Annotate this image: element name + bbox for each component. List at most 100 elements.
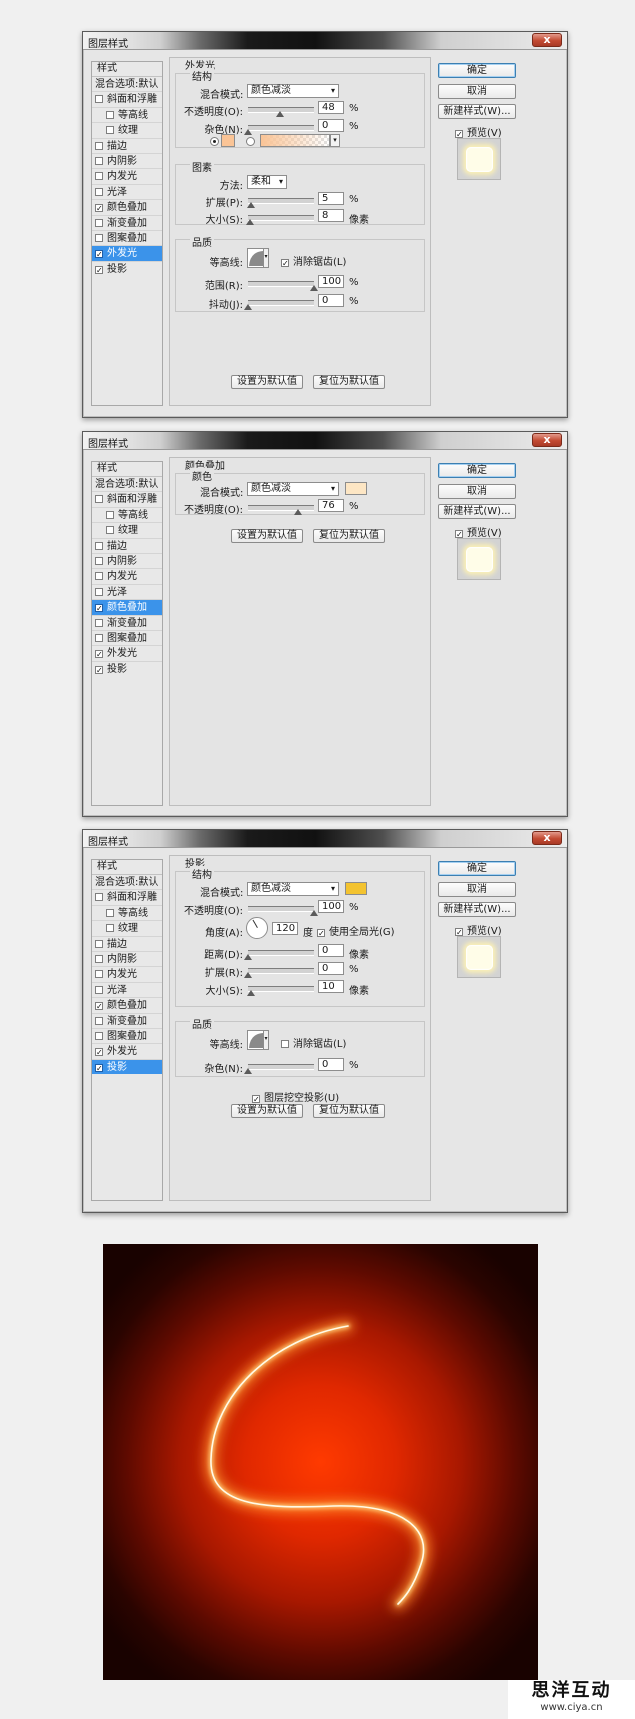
size-slider[interactable] xyxy=(247,986,314,996)
cancel-button[interactable]: 取消 xyxy=(438,484,516,499)
style-item-drop-shadow[interactable]: ✓ 投影 xyxy=(92,660,162,676)
checkbox-checked[interactable]: ✓ xyxy=(281,259,289,268)
style-item-inner-glow[interactable]: 内发光 xyxy=(92,568,162,583)
checkbox[interactable] xyxy=(95,1031,103,1040)
make-default-button[interactable]: 设置为默认值 xyxy=(231,529,303,543)
slider-thumb[interactable] xyxy=(275,111,284,117)
checkbox-checked[interactable]: ✓ xyxy=(455,530,463,539)
slider-thumb[interactable] xyxy=(247,990,256,996)
make-default-button[interactable]: 设置为默认值 xyxy=(231,375,303,389)
checkbox[interactable] xyxy=(95,187,103,196)
style-item-outer-glow[interactable]: ✓ 外发光 xyxy=(92,645,162,660)
checkbox[interactable] xyxy=(95,556,103,565)
checkbox-checked[interactable]: ✓ xyxy=(95,604,103,613)
checkbox[interactable] xyxy=(95,633,103,642)
close-button[interactable]: x xyxy=(532,433,562,447)
ok-button[interactable]: 确定 xyxy=(438,63,516,78)
checkbox[interactable] xyxy=(106,126,114,135)
checkbox-checked[interactable]: ✓ xyxy=(95,250,103,259)
checkbox-checked[interactable]: ✓ xyxy=(252,1095,260,1104)
checkbox[interactable] xyxy=(95,1016,103,1025)
checkbox[interactable] xyxy=(106,924,114,933)
slider-thumb[interactable] xyxy=(310,910,318,916)
cancel-button[interactable]: 取消 xyxy=(438,882,516,897)
checkbox-checked[interactable]: ✓ xyxy=(317,929,325,938)
checkbox-checked[interactable]: ✓ xyxy=(95,265,103,274)
style-item-inner-shadow[interactable]: 内阴影 xyxy=(92,152,162,168)
blend-mode-select[interactable]: 颜色减淡 ▾ xyxy=(247,482,339,496)
checkbox-checked[interactable]: ✓ xyxy=(95,1063,103,1072)
jitter-slider[interactable] xyxy=(244,300,314,310)
slider-thumb[interactable] xyxy=(244,954,252,960)
new-style-button[interactable]: 新建样式(W)... xyxy=(438,902,516,917)
overlay-color-swatch[interactable] xyxy=(345,482,367,495)
distance-slider[interactable] xyxy=(244,950,314,960)
style-item-inner-glow[interactable]: 内发光 xyxy=(92,168,162,183)
style-item-outer-glow[interactable]: ✓ 外发光 xyxy=(92,245,162,261)
style-item-inner-shadow[interactable]: 内阴影 xyxy=(92,552,162,568)
blend-mode-select[interactable]: 颜色减淡 ▾ xyxy=(247,84,339,98)
gradient-radio[interactable] xyxy=(246,137,255,146)
checkbox[interactable] xyxy=(106,510,114,519)
checkbox-checked[interactable]: ✓ xyxy=(455,928,463,937)
checkbox-checked[interactable]: ✓ xyxy=(95,204,103,213)
close-button[interactable]: x xyxy=(532,831,562,845)
checkbox[interactable] xyxy=(106,908,114,917)
styles-header[interactable]: 样式 xyxy=(92,462,162,476)
style-item-outer-glow[interactable]: ✓ 外发光 xyxy=(92,1043,162,1058)
new-style-button[interactable]: 新建样式(W)... xyxy=(438,104,516,119)
style-item-color-overlay[interactable]: ✓ 颜色叠加 xyxy=(92,199,162,214)
slider-thumb[interactable] xyxy=(247,202,256,208)
slider-thumb[interactable] xyxy=(310,285,318,291)
style-item-inner-glow[interactable]: 内发光 xyxy=(92,966,162,981)
angle-dial[interactable] xyxy=(246,917,268,939)
styles-header[interactable]: 样式 xyxy=(92,62,162,76)
checkbox[interactable] xyxy=(95,495,103,504)
reset-default-button[interactable]: 复位为默认值 xyxy=(313,375,385,389)
checkbox[interactable] xyxy=(106,526,114,535)
ok-button[interactable]: 确定 xyxy=(438,861,516,876)
checkbox[interactable] xyxy=(95,172,103,181)
title-bar[interactable]: 图层样式 x xyxy=(83,830,567,848)
distance-input[interactable]: 0 xyxy=(318,944,344,957)
style-item-satin[interactable]: 光泽 xyxy=(92,183,162,199)
blend-mode-select[interactable]: 颜色减淡 ▾ xyxy=(247,882,339,896)
checkbox[interactable] xyxy=(95,893,103,902)
slider-thumb[interactable] xyxy=(245,219,254,225)
noise-slider[interactable] xyxy=(244,1064,314,1074)
make-default-button[interactable]: 设置为默认值 xyxy=(231,1104,303,1118)
checkbox[interactable] xyxy=(95,218,103,227)
spread-slider[interactable] xyxy=(247,198,314,208)
close-button[interactable]: x xyxy=(532,33,562,47)
checkbox[interactable] xyxy=(95,572,103,581)
glow-gradient-swatch[interactable]: ▾ xyxy=(260,134,340,147)
checkbox-checked[interactable]: ✓ xyxy=(455,130,463,139)
style-item-contour[interactable]: 等高线 xyxy=(92,106,162,122)
opacity-slider[interactable] xyxy=(248,906,318,916)
method-select[interactable]: 柔和 ▾ xyxy=(247,175,287,189)
checkbox[interactable] xyxy=(95,587,103,596)
shadow-color-swatch[interactable] xyxy=(345,882,367,895)
spread-input[interactable]: 0 xyxy=(318,962,344,975)
style-item-stroke[interactable]: 描边 xyxy=(92,137,162,153)
style-item-bevel[interactable]: 斜面和浮雕 xyxy=(92,889,162,904)
checkbox[interactable] xyxy=(281,1040,289,1048)
style-item-texture[interactable]: 纹理 xyxy=(92,522,162,537)
blend-options-item[interactable]: 混合选项:默认 xyxy=(92,874,162,889)
style-item-gradient-overlay[interactable]: 渐变叠加 xyxy=(92,614,162,630)
style-item-gradient-overlay[interactable]: 渐变叠加 xyxy=(92,214,162,230)
style-item-stroke[interactable]: 描边 xyxy=(92,537,162,553)
style-item-bevel[interactable]: 斜面和浮雕 xyxy=(92,91,162,106)
checkbox-checked[interactable]: ✓ xyxy=(95,1048,103,1057)
style-item-pattern-overlay[interactable]: 图案叠加 xyxy=(92,629,162,645)
preview-checkbox[interactable]: ✓ 预览(V) xyxy=(455,124,502,139)
noise-input[interactable]: 0 xyxy=(318,119,344,132)
reset-default-button[interactable]: 复位为默认值 xyxy=(313,529,385,543)
style-item-drop-shadow[interactable]: ✓ 投影 xyxy=(92,1058,162,1075)
opacity-input[interactable]: 48 xyxy=(318,101,344,114)
noise-slider[interactable] xyxy=(244,125,314,135)
checkbox-checked[interactable]: ✓ xyxy=(95,650,103,659)
slider-thumb[interactable] xyxy=(244,972,252,978)
style-item-color-overlay[interactable]: ✓ 颜色叠加 xyxy=(92,997,162,1012)
slider-thumb[interactable] xyxy=(244,1068,252,1074)
